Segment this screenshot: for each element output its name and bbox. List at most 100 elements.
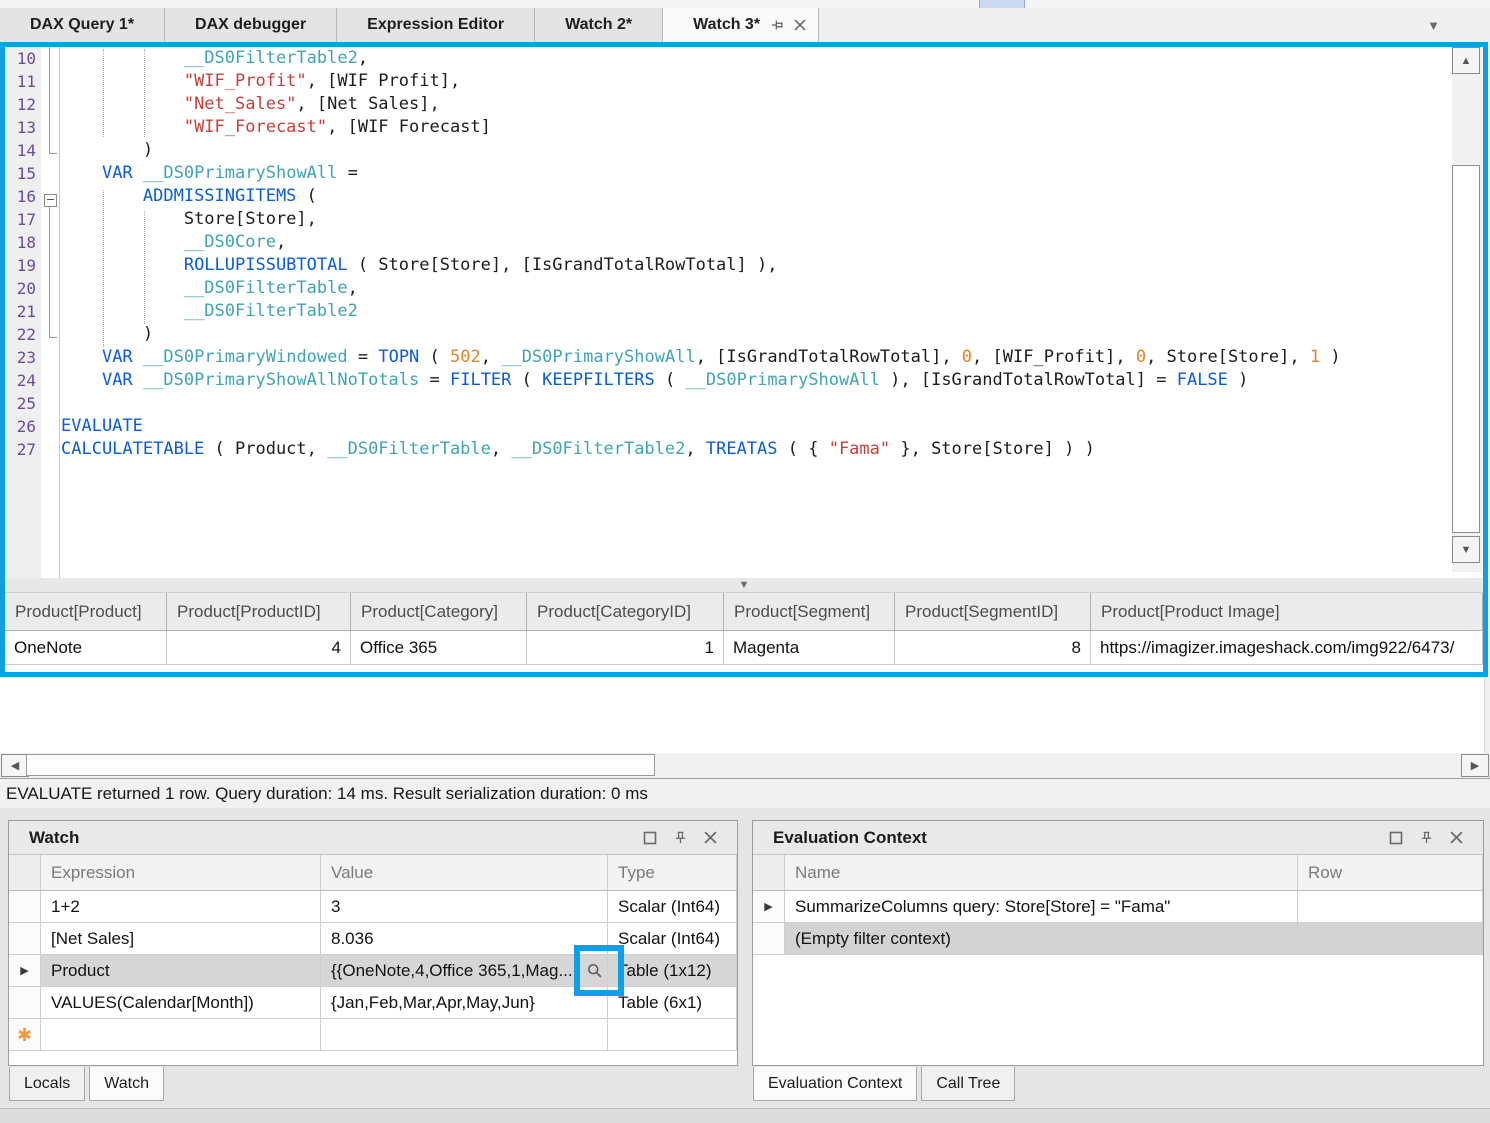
panel-tab-call-tree[interactable]: Call Tree — [921, 1067, 1015, 1101]
watch-expression-cell[interactable]: [Net Sales] — [41, 923, 321, 955]
dax-code-editor[interactable]: 101112131415161718192021222324252627 __D… — [5, 47, 1483, 578]
watch-column-header[interactable]: Expression — [41, 855, 321, 890]
maximize-icon[interactable] — [643, 831, 657, 845]
close-icon[interactable] — [794, 19, 806, 31]
results-column-header[interactable]: Product[SegmentID] — [895, 593, 1091, 630]
code-line: ROLLUPISSUBTOTAL ( Store[Store], [IsGran… — [61, 254, 1451, 277]
scroll-right-button[interactable]: ▶ — [1461, 754, 1489, 777]
row-gutter[interactable] — [753, 923, 785, 955]
tab-expression-editor[interactable]: Expression Editor — [337, 8, 535, 42]
tab-watch-3[interactable]: Watch 3* — [663, 8, 819, 42]
watch-type-cell[interactable]: Scalar (Int64) — [608, 891, 737, 923]
panel-tab-locals[interactable]: Locals — [9, 1067, 85, 1101]
results-cell[interactable]: Office 365 — [351, 631, 527, 664]
code-token — [61, 324, 143, 344]
code-token: FILTER — [450, 370, 511, 390]
code-token: , — [276, 232, 286, 252]
watch-type-cell[interactable]: Scalar (Int64) — [608, 923, 737, 955]
magnifier-icon[interactable] — [586, 962, 603, 979]
evaluation-row-cell[interactable] — [1298, 891, 1483, 923]
results-cell[interactable]: 4 — [167, 631, 351, 664]
results-column-header[interactable]: Product[Product Image] — [1091, 593, 1483, 630]
scrollbar-thumb[interactable] — [1452, 165, 1480, 533]
watch-type-cell[interactable]: Table (1x12) — [608, 955, 737, 987]
row-gutter[interactable]: ▶ — [753, 891, 785, 923]
tab-watch-2[interactable]: Watch 2* — [535, 8, 663, 42]
evaluation-panel-tabs: Evaluation ContextCall Tree — [753, 1067, 1019, 1101]
watch-value-cell[interactable]: 3 — [321, 891, 608, 923]
results-horizontal-scrollbar[interactable]: ◀ ▶ — [0, 753, 1490, 778]
panel-tab-watch[interactable]: Watch — [89, 1067, 164, 1101]
results-column-header[interactable]: Product[Category] — [351, 593, 527, 630]
row-gutter[interactable] — [9, 987, 41, 1019]
editor-results-splitter[interactable]: ▼ — [5, 578, 1483, 593]
watch-expression-cell[interactable]: Product — [41, 955, 321, 987]
tab-overflow-chevron-down-icon[interactable]: ▼ — [1427, 8, 1440, 42]
close-icon[interactable] — [1450, 831, 1463, 844]
results-row[interactable]: OneNote4Office 3651Magenta8https://imagi… — [5, 631, 1483, 665]
watch-type-cell[interactable] — [608, 1019, 737, 1051]
scrollbar-thumb[interactable] — [26, 754, 655, 776]
evaluation-row[interactable]: ▶ SummarizeColumns query: Store[Store] = … — [753, 891, 1483, 923]
results-column-header[interactable]: Product[Product] — [5, 593, 167, 630]
tab-dax-query-1[interactable]: DAX Query 1* — [0, 8, 165, 42]
row-gutter[interactable]: ▶ — [9, 955, 41, 987]
watch-column-header[interactable]: Type — [608, 855, 737, 890]
row-gutter[interactable] — [9, 923, 41, 955]
watch-expression-cell[interactable]: VALUES(Calendar[Month]) — [41, 987, 321, 1019]
results-cell[interactable]: 8 — [895, 631, 1091, 664]
code-token: EVALUATE — [61, 416, 143, 436]
watch-expression-cell[interactable] — [41, 1019, 321, 1051]
line-number: 22 — [5, 323, 41, 346]
evaluation-row-cell[interactable] — [1298, 923, 1483, 955]
results-cell[interactable]: Magenta — [724, 631, 895, 664]
code-token: "WIF_Forecast" — [184, 117, 327, 137]
watch-value-cell[interactable] — [321, 1019, 608, 1051]
results-cell[interactable]: https://imagizer.imageshack.com/img922/6… — [1091, 631, 1483, 664]
evaluation-column-header[interactable]: Row — [1298, 855, 1483, 890]
results-cell[interactable]: OneNote — [5, 631, 167, 664]
scroll-left-button[interactable]: ◀ — [1, 754, 29, 777]
code-text-area[interactable]: __DS0FilterTable2, "WIF_Profit", [WIF Pr… — [61, 47, 1451, 578]
evaluation-row[interactable]: (Empty filter context) — [753, 923, 1483, 955]
close-icon[interactable] — [704, 831, 717, 844]
results-cell[interactable]: 1 — [527, 631, 724, 664]
evaluation-name-cell[interactable]: SummarizeColumns query: Store[Store] = "… — [785, 891, 1298, 923]
code-token: , — [348, 278, 358, 298]
watch-column-header[interactable]: Value — [321, 855, 608, 890]
watch-row[interactable]: VALUES(Calendar[Month]){Jan,Feb,Mar,Apr,… — [9, 987, 737, 1019]
fold-collapse-icon[interactable] — [44, 194, 57, 207]
evaluation-column-header[interactable]: Name — [785, 855, 1298, 890]
results-column-header[interactable]: Product[CategoryID] — [527, 593, 724, 630]
watch-value-cell[interactable]: 8.036 — [321, 923, 608, 955]
pin-icon[interactable] — [673, 830, 688, 845]
tab-dax-debugger[interactable]: DAX debugger — [165, 8, 337, 42]
watch-row[interactable]: ▶ Product{{OneNote,4,Office 365,1,Mag...T… — [9, 955, 737, 987]
watch-row[interactable]: ✱ — [9, 1019, 737, 1051]
code-token: __DS0PrimaryShowAll — [143, 163, 337, 183]
code-token: __DS0PrimaryShowAll — [501, 347, 695, 367]
maximize-icon[interactable] — [1389, 831, 1403, 845]
row-gutter[interactable]: ✱ — [9, 1019, 41, 1051]
pin-icon[interactable] — [770, 18, 784, 32]
watch-row[interactable]: 1+23Scalar (Int64) — [9, 891, 737, 923]
watch-expression-cell[interactable]: 1+2 — [41, 891, 321, 923]
scroll-down-button[interactable]: ▼ — [1452, 536, 1480, 563]
results-column-header[interactable]: Product[Segment] — [724, 593, 895, 630]
row-gutter[interactable] — [9, 891, 41, 923]
pin-icon[interactable] — [1419, 830, 1434, 845]
watch-value-cell[interactable]: {Jan,Feb,Mar,Apr,May,Jun} — [321, 987, 608, 1019]
expand-arrow-icon[interactable]: ▶ — [764, 900, 772, 913]
panel-tab-evaluation-context[interactable]: Evaluation Context — [753, 1067, 917, 1101]
watch-type-cell[interactable]: Table (6x1) — [608, 987, 737, 1019]
watch-row[interactable]: [Net Sales]8.036Scalar (Int64) — [9, 923, 737, 955]
editor-vertical-scrollbar[interactable]: ▲ ▼ — [1452, 47, 1482, 572]
evaluation-panel-titlebar: Evaluation Context — [753, 821, 1483, 855]
scroll-up-button[interactable]: ▲ — [1452, 47, 1480, 74]
fold-region-line-icon — [49, 207, 57, 338]
results-column-header[interactable]: Product[ProductID] — [167, 593, 351, 630]
evaluation-name-cell[interactable]: (Empty filter context) — [785, 923, 1298, 955]
watch-value-cell[interactable]: {{OneNote,4,Office 365,1,Mag... — [321, 955, 608, 987]
new-watch-star-icon: ✱ — [17, 1026, 32, 1044]
expand-arrow-icon[interactable]: ▶ — [20, 964, 28, 977]
